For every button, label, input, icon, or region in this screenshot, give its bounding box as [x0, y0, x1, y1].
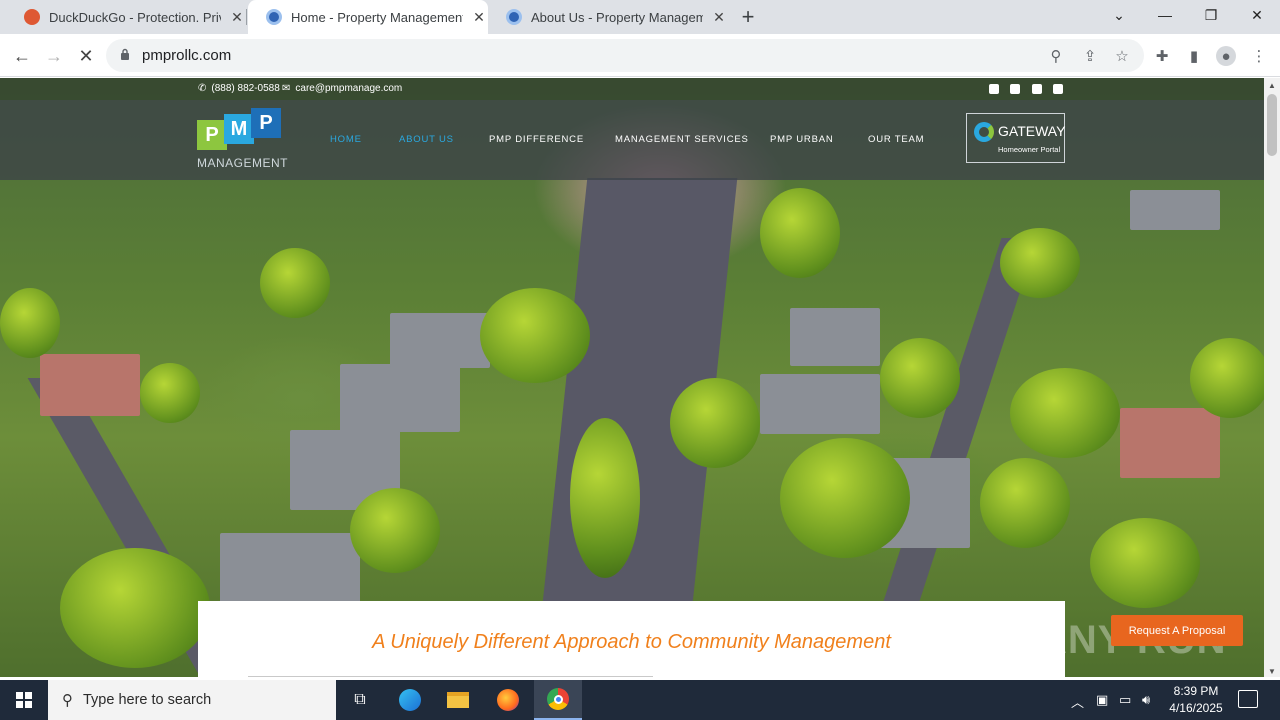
- firefox-icon[interactable]: [484, 680, 532, 720]
- system-clock[interactable]: 8:39 PM 4/16/2025: [1160, 683, 1232, 717]
- gateway-title: GATEWAY: [998, 123, 1066, 139]
- gateway-subtitle: Homeowner Portal: [998, 145, 1061, 154]
- request-proposal-label: Request A Proposal: [1128, 624, 1226, 637]
- tray-device-icon[interactable]: ▣: [1096, 692, 1108, 708]
- windows-logo-icon: [16, 692, 32, 708]
- taskbar-search[interactable]: ⚲ Type here to search: [48, 680, 336, 720]
- side-panel-icon[interactable]: ▮: [1184, 46, 1204, 66]
- start-button[interactable]: [0, 680, 48, 720]
- pmp-logo[interactable]: P M P MANAGEMENT: [197, 108, 288, 170]
- notification-icon[interactable]: [1238, 690, 1258, 708]
- site-favicon-icon: [506, 9, 522, 25]
- page-headline: A Uniquely Different Approach to Communi…: [372, 631, 891, 653]
- scroll-down-arrow-icon[interactable]: ▼: [1268, 667, 1276, 676]
- tab-duckduckgo[interactable]: DuckDuckGo - Protection. Privacy ✕: [6, 0, 246, 34]
- lock-icon: [121, 48, 129, 60]
- extensions-icon[interactable]: ✚: [1152, 46, 1172, 66]
- tab-separator: [246, 9, 247, 25]
- new-tab-button[interactable]: +: [736, 4, 760, 30]
- chrome-icon[interactable]: [534, 680, 582, 720]
- tab-about-us[interactable]: About Us - Property Management ✕: [488, 0, 728, 34]
- tab-title: Home - Property Management Pr: [291, 9, 463, 25]
- profile-avatar-icon[interactable]: ●: [1216, 46, 1236, 66]
- taskbar-search-placeholder: Type here to search: [83, 692, 212, 708]
- instagram-icon[interactable]: [1010, 84, 1020, 94]
- edge-icon[interactable]: [386, 680, 434, 720]
- logo-letter-m: M: [224, 114, 254, 144]
- chrome-menu-icon[interactable]: ⋮: [1249, 46, 1269, 66]
- site-navbar: P M P MANAGEMENT HOME ABOUT US PMP DIFFE…: [0, 100, 1264, 180]
- tab-home[interactable]: Home - Property Management Pr ✕: [248, 0, 488, 34]
- request-proposal-button[interactable]: Request A Proposal: [1111, 615, 1243, 646]
- twitter-icon[interactable]: [989, 84, 999, 94]
- envelope-icon: ✉: [282, 83, 291, 94]
- stop-loading-icon[interactable]: ✕: [73, 43, 99, 69]
- logo-letter-p2: P: [251, 108, 281, 138]
- tab-strip: DuckDuckGo - Protection. Privacy ✕ Home …: [0, 0, 1280, 34]
- close-tab-icon[interactable]: ✕: [711, 9, 727, 26]
- clock-time: 8:39 PM: [1173, 684, 1219, 698]
- nav-home[interactable]: HOME: [330, 134, 362, 145]
- nav-about-us[interactable]: ABOUT US: [399, 134, 454, 145]
- windows-taskbar: ⚲ Type here to search ⧉ ︿ ▣ ▭ 🔊︎ 8:39 PM…: [0, 680, 1280, 720]
- close-tab-icon[interactable]: ✕: [471, 9, 487, 26]
- clock-date: 4/16/2025: [1169, 701, 1223, 715]
- email-address: care@pmpmanage.com: [295, 83, 403, 94]
- phone-icon: ✆: [198, 83, 207, 94]
- file-explorer-icon[interactable]: [434, 680, 482, 720]
- nav-our-team[interactable]: OUR TEAM: [868, 134, 924, 145]
- contact-bar: ✆ (888) 882-0588 ✉ care@pmpmanage.com: [0, 78, 1264, 100]
- task-view-icon[interactable]: ⧉: [336, 680, 384, 720]
- nav-management-services[interactable]: MANAGEMENT SERVICES: [615, 134, 749, 145]
- tray-chevron-icon[interactable]: ︿: [1071, 692, 1084, 711]
- zoom-icon[interactable]: ⚲: [1046, 46, 1066, 66]
- address-bar[interactable]: pmprollc.com ⚲ ⇪ ☆: [106, 39, 1144, 72]
- logo-tagline: MANAGEMENT: [197, 156, 289, 170]
- restore-icon[interactable]: ❐: [1188, 0, 1234, 30]
- tab-title: About Us - Property Management: [531, 9, 703, 25]
- bookmark-star-icon[interactable]: ☆: [1112, 46, 1132, 66]
- tab-title: DuckDuckGo - Protection. Privacy: [49, 9, 221, 25]
- gateway-logo-icon: [974, 122, 994, 142]
- facebook-icon[interactable]: [1032, 84, 1042, 94]
- nav-pmp-difference[interactable]: PMP DIFFERENCE: [489, 134, 584, 145]
- phone-number: (888) 882-0588: [211, 83, 280, 94]
- logo-letter-p1: P: [197, 120, 227, 150]
- scroll-thumb[interactable]: [1267, 94, 1277, 156]
- url-text: pmprollc.com: [142, 47, 232, 64]
- browser-toolbar: ← → ✕ pmprollc.com ⚲ ⇪ ☆ ✚ ▮ ● ⋮: [0, 34, 1280, 77]
- duckduckgo-favicon-icon: [24, 9, 40, 25]
- page-scrollbar[interactable]: ▲ ▼: [1264, 78, 1280, 677]
- scroll-up-arrow-icon[interactable]: ▲: [1268, 81, 1276, 90]
- nav-pmp-urban[interactable]: PMP URBAN: [770, 134, 834, 145]
- gateway-portal-button[interactable]: GATEWAY Homeowner Portal: [966, 113, 1065, 163]
- site-favicon-icon: [266, 9, 282, 25]
- forward-icon[interactable]: →: [41, 43, 67, 69]
- intro-card: A Uniquely Different Approach to Communi…: [198, 601, 1065, 677]
- linkedin-icon[interactable]: [1053, 84, 1063, 94]
- share-icon[interactable]: ⇪: [1080, 46, 1100, 66]
- email-contact[interactable]: ✉ care@pmpmanage.com: [282, 83, 402, 94]
- minimize-icon[interactable]: —: [1142, 0, 1188, 30]
- volume-icon[interactable]: 🔊︎: [1142, 692, 1150, 708]
- phone-contact[interactable]: ✆ (888) 882-0588: [198, 83, 280, 94]
- back-icon[interactable]: ←: [9, 43, 35, 69]
- page-viewport: ✆ (888) 882-0588 ✉ care@pmpmanage.com P …: [0, 78, 1264, 677]
- close-window-icon[interactable]: ✕: [1234, 0, 1280, 30]
- network-icon[interactable]: ▭: [1119, 692, 1131, 708]
- card-image-edge: [248, 676, 653, 677]
- tab-search-icon[interactable]: ⌄: [1096, 0, 1142, 30]
- close-tab-icon[interactable]: ✕: [229, 9, 245, 26]
- search-icon: ⚲: [62, 692, 73, 709]
